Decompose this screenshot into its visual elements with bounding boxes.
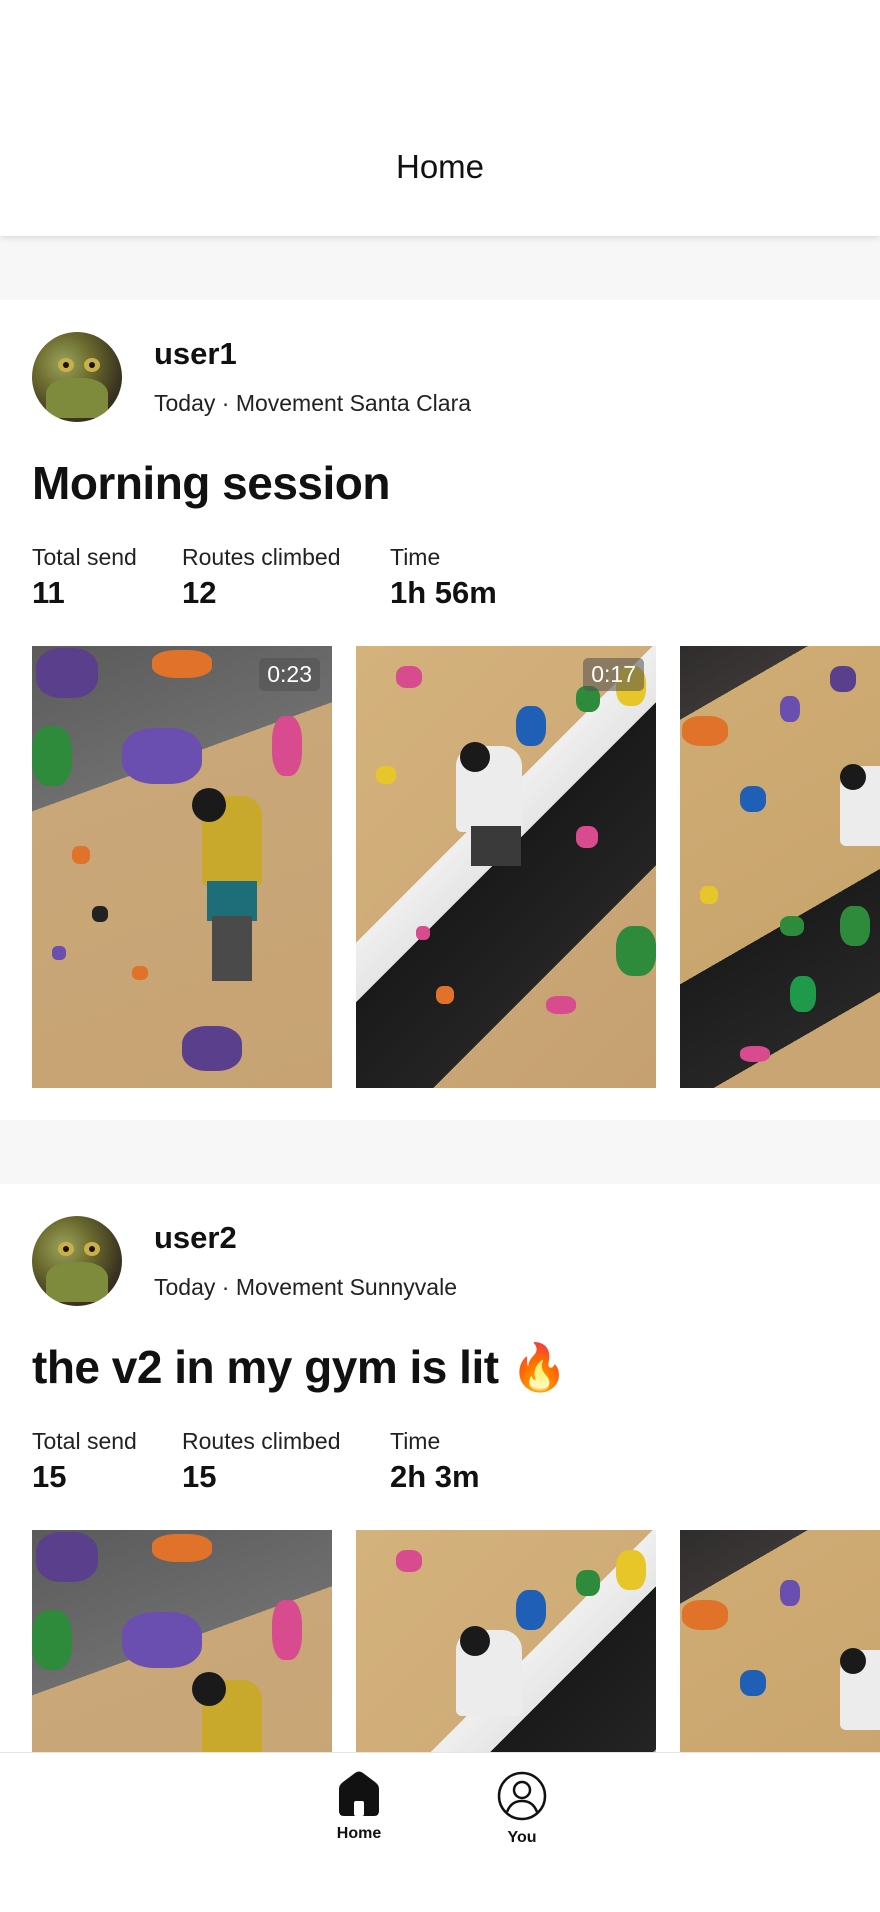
video-thumbnail[interactable]: 0:17	[356, 646, 656, 1088]
username[interactable]: user1	[154, 336, 237, 372]
post-title-text: the v2 in my gym is lit	[32, 1341, 499, 1393]
stat-label: Routes climbed	[182, 544, 341, 570]
stat-label: Total send	[32, 544, 137, 570]
media-carousel[interactable]: 0:23 0:17	[32, 646, 880, 1088]
fire-emoji: 🔥	[510, 1341, 568, 1393]
stat-value: 11	[32, 575, 65, 610]
stat-value: 12	[182, 575, 217, 610]
tab-label: Home	[336, 1825, 382, 1842]
stat-label: Time	[390, 544, 441, 570]
stat-time: Time 2h 3m	[390, 1428, 480, 1495]
page-title: Home	[395, 148, 485, 185]
session-stats: Total send 15 Routes climbed 15 Time 2h …	[32, 1428, 852, 1498]
avatar[interactable]	[32, 332, 122, 422]
bottom-tab-bar: Home You	[0, 1752, 880, 1912]
tab-you[interactable]: You	[462, 1771, 582, 1847]
video-duration: 0:17	[583, 658, 644, 691]
avatar[interactable]	[32, 1216, 122, 1306]
stat-time: Time 1h 56m	[390, 544, 497, 611]
profile-icon	[497, 1771, 547, 1821]
post-title-text: Morning session	[32, 457, 390, 509]
stat-label: Total send	[32, 1428, 137, 1454]
stat-label: Time	[390, 1428, 441, 1454]
stat-value: 1h 56m	[390, 575, 497, 610]
post-title: the v2 in my gym is lit 🔥	[32, 1340, 568, 1395]
stat-value: 15	[182, 1459, 217, 1494]
tab-label: You	[507, 1829, 537, 1846]
stat-routes-climbed: Routes climbed 12	[182, 544, 341, 611]
stat-value: 2h 3m	[390, 1459, 480, 1494]
post-meta: Today · Movement Santa Clara	[154, 390, 472, 416]
stat-label: Routes climbed	[182, 1428, 341, 1454]
home-icon	[339, 1771, 379, 1816]
video-thumbnail[interactable]: 0:23	[32, 646, 332, 1088]
stat-total-send: Total send 15	[32, 1428, 137, 1495]
photo-thumbnail[interactable]	[680, 646, 880, 1088]
top-app-bar: Home	[0, 0, 880, 236]
username[interactable]: user2	[154, 1220, 237, 1256]
stat-value: 15	[32, 1459, 67, 1494]
stat-routes-climbed: Routes climbed 15	[182, 1428, 341, 1495]
session-stats: Total send 11 Routes climbed 12 Time 1h …	[32, 544, 852, 614]
video-duration: 0:23	[259, 658, 320, 691]
activity-post[interactable]: user1 Today · Movement Santa Clara Morni…	[0, 300, 880, 1120]
post-meta: Today · Movement Sunnyvale	[154, 1274, 457, 1300]
post-title: Morning session	[32, 456, 390, 510]
stat-total-send: Total send 11	[32, 544, 137, 611]
tab-home[interactable]: Home	[299, 1771, 419, 1843]
